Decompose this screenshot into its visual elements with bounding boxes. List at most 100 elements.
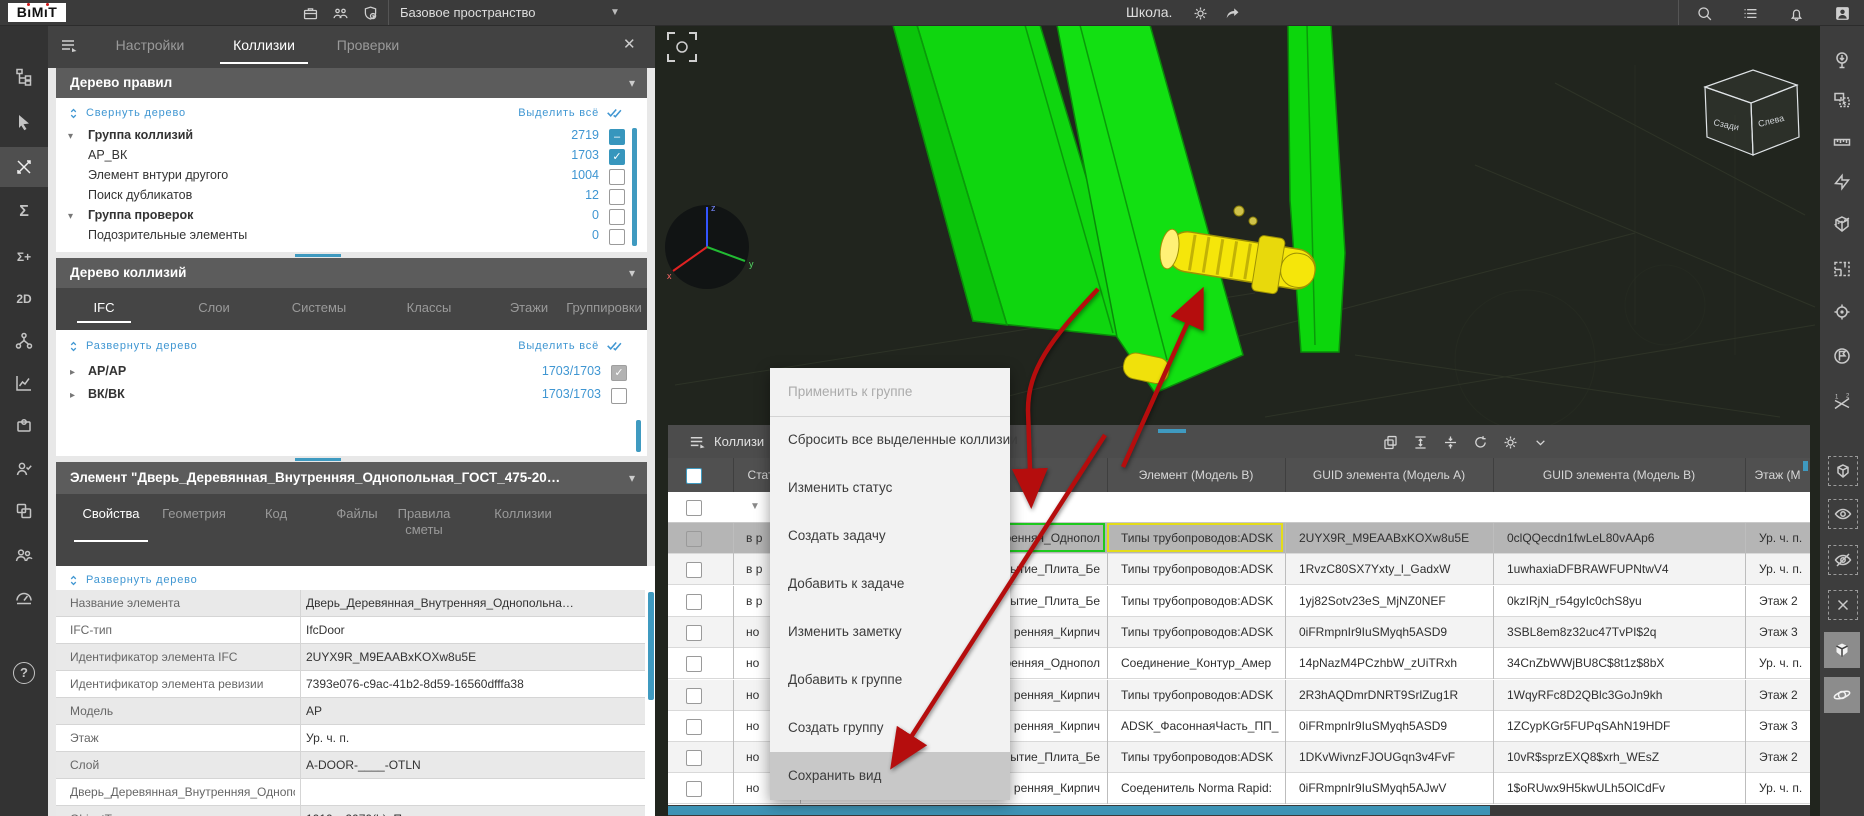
close-icon[interactable]: ✕ — [623, 35, 636, 53]
hide-eye-icon[interactable] — [1828, 545, 1858, 575]
tree-item-label[interactable]: Поиск дубликатов — [88, 188, 192, 202]
tab-Геометрия[interactable]: Геометрия — [149, 506, 239, 522]
structure-icon[interactable] — [0, 321, 48, 361]
tree-item-label[interactable]: АР/АР — [88, 364, 126, 378]
table-settings-icon[interactable] — [1500, 432, 1520, 452]
expand-tree-icon[interactable] — [66, 339, 80, 353]
row-checkbox[interactable] — [686, 781, 702, 797]
collision-tree-header[interactable]: Дерево коллизий ▾ — [56, 258, 647, 288]
row-checkbox[interactable] — [686, 562, 702, 578]
row-checkbox[interactable] — [686, 594, 702, 610]
tree-item-label[interactable]: АР_ВК — [88, 148, 127, 162]
collisions-icon[interactable] — [0, 147, 48, 187]
share-icon[interactable] — [1222, 3, 1242, 23]
flag-icon[interactable] — [1828, 342, 1856, 370]
user-check-icon[interactable] — [0, 449, 48, 489]
environment-tree-icon[interactable] — [1828, 46, 1856, 74]
drag-handle[interactable] — [1158, 429, 1186, 433]
collapse-panel-icon[interactable] — [1530, 432, 1550, 452]
tab-Группировки[interactable]: Группировки — [554, 288, 654, 328]
app-logo[interactable]: BıMıT — [8, 3, 66, 22]
property-value[interactable]: 2UYX9R_M9EAABxKOXw8u5E — [306, 644, 636, 671]
menu-item-Сохранить вид[interactable]: Сохранить вид — [770, 752, 1010, 800]
select-cursor-icon[interactable] — [0, 102, 48, 142]
menu-item-Создать группу[interactable]: Создать группу — [770, 704, 1010, 752]
menu-item-Изменить заметку[interactable]: Изменить заметку — [770, 608, 1010, 656]
account-icon[interactable] — [1832, 3, 1852, 23]
fit-columns-icon[interactable] — [1410, 432, 1430, 452]
horizontal-scrollbar-thumb[interactable] — [668, 806, 1490, 815]
tab-Коллизии[interactable]: Коллизии — [478, 506, 568, 522]
chevron-down-icon[interactable]: ▾ — [629, 462, 635, 494]
axes-dimensions-icon[interactable]: 12 — [1828, 389, 1856, 417]
menu-item-Добавить к задаче[interactable]: Добавить к задаче — [770, 560, 1010, 608]
section-box-icon[interactable] — [1828, 210, 1856, 238]
row-checkbox[interactable] — [686, 719, 702, 735]
select-all-link[interactable]: Выделить всё — [518, 340, 599, 352]
menu-item-Изменить статус[interactable]: Изменить статус — [770, 464, 1010, 512]
tab-Свойства[interactable]: Свойства — [66, 506, 156, 522]
tree-item-label[interactable]: Элемент внтури другого — [88, 168, 228, 182]
tree-item-label[interactable]: Группа коллизий — [88, 128, 193, 142]
tab-Правила сметы[interactable]: Правила сметы — [379, 506, 469, 538]
column-header-floor[interactable]: Этаж (М — [1745, 458, 1810, 492]
rules-tree-header[interactable]: Дерево правил ▾ — [56, 68, 647, 98]
tree-item-checkbox[interactable] — [609, 229, 625, 245]
collapse-tree-icon[interactable] — [66, 106, 80, 120]
property-value[interactable]: Ур. ч. п. — [306, 725, 636, 752]
property-value[interactable]: A-DOOR-____-OTLN — [306, 752, 636, 779]
workspace-selector[interactable]: Базовое пространство — [400, 0, 536, 25]
tree-item-checkbox[interactable] — [609, 189, 625, 205]
search-icon[interactable] — [1694, 3, 1714, 23]
expand-tree-link[interactable]: Развернуть дерево — [86, 574, 198, 586]
notifications-bell-icon[interactable] — [1786, 3, 1806, 23]
isolate-cube-icon[interactable] — [1828, 456, 1858, 486]
community-icon[interactable] — [330, 3, 350, 23]
solid-cube-icon[interactable] — [1824, 632, 1860, 668]
scrollbar[interactable] — [632, 128, 637, 246]
plugins-icon[interactable] — [0, 405, 48, 445]
help-icon[interactable]: ? — [0, 653, 48, 693]
measure-ruler-icon[interactable] — [1828, 128, 1856, 156]
property-value[interactable]: 1010 x 2070(h)_Пр — [306, 806, 636, 816]
sum-icon[interactable]: Σ — [0, 192, 48, 232]
chevron-down-icon[interactable]: ▾ — [629, 68, 635, 98]
tree-item-checkbox[interactable]: ✓ — [611, 365, 627, 381]
sum-plus-icon[interactable]: Σ+ — [0, 237, 48, 277]
briefcase-icon[interactable] — [300, 3, 320, 23]
fit-rows-icon[interactable] — [1440, 432, 1460, 452]
column-header-guid_b[interactable]: GUID элемента (Модель B) — [1493, 458, 1745, 492]
tree-item-checkbox[interactable] — [611, 388, 627, 404]
tree-item-checkbox[interactable] — [609, 209, 625, 225]
section-flash-icon[interactable] — [1828, 168, 1856, 196]
row-checkbox[interactable] — [686, 656, 702, 672]
table-menu-icon[interactable] — [686, 431, 708, 453]
settings-gear-icon[interactable] — [1190, 3, 1210, 23]
deselect-x-icon[interactable] — [1828, 590, 1858, 620]
property-value[interactable]: 7393e076-c9ac-41b2-8d59-16560dfffa38 — [306, 671, 636, 698]
property-value[interactable]: IfcDoor — [306, 617, 636, 644]
scrollbar[interactable] — [636, 420, 641, 452]
tree-caret-icon[interactable]: ▸ — [70, 367, 75, 378]
row-checkbox[interactable] — [686, 531, 702, 547]
horizontal-scrollbar-track[interactable] — [668, 805, 1810, 816]
chevron-down-icon[interactable]: ▾ — [629, 258, 635, 288]
team-icon[interactable] — [0, 535, 48, 575]
show-eye-icon[interactable] — [1828, 499, 1858, 529]
tab-Системы[interactable]: Системы — [269, 288, 369, 328]
roles-icon[interactable] — [0, 491, 48, 531]
double-check-icon[interactable] — [605, 338, 623, 352]
tree-caret-icon[interactable]: ▾ — [68, 211, 73, 222]
drag-handle[interactable] — [295, 458, 341, 461]
vertical-scrollbar-thumb[interactable] — [1803, 461, 1808, 471]
scrollbar[interactable] — [648, 592, 654, 700]
double-check-icon[interactable] — [605, 105, 623, 119]
duplicate-icon[interactable] — [1380, 432, 1400, 452]
menu-item-Сбросить все выделенные коллизии[interactable]: Сбросить все выделенные коллизии — [770, 416, 1010, 464]
tab-Проверки[interactable]: Проверки — [318, 25, 418, 68]
list-icon[interactable] — [1740, 3, 1760, 23]
element-section-header[interactable]: Элемент "Дверь_Деревянная_Внутренняя_Одн… — [56, 462, 647, 494]
expand-tree-link[interactable]: Развернуть дерево — [86, 340, 198, 352]
expand-tree-icon[interactable] — [66, 573, 80, 587]
status-filter-dropdown[interactable]: ▼ — [750, 492, 760, 522]
